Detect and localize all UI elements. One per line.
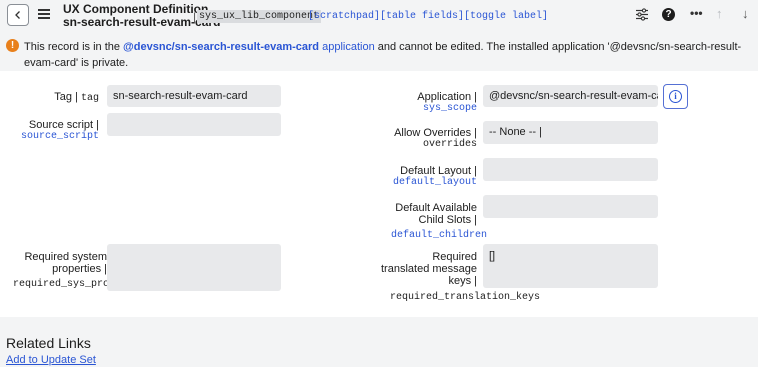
- banner-app-link-word: application: [322, 41, 375, 53]
- previous-record-icon[interactable]: ↑: [716, 6, 723, 21]
- chevron-left-icon: [15, 11, 20, 19]
- source-script-field-name[interactable]: source_script: [21, 131, 99, 143]
- required-translation-label: Required translated message keys |: [381, 251, 477, 287]
- required-translation-label-line2: translated message: [381, 263, 477, 275]
- banner-message: This record is in the @devsnc/sn-search-…: [24, 39, 744, 71]
- warning-icon: !: [6, 39, 19, 52]
- default-children-label-line1: Default Available: [395, 202, 477, 214]
- required-translation-field[interactable]: []: [483, 244, 658, 288]
- source-script-label-text: Source script |: [28, 119, 99, 131]
- help-icon[interactable]: ?: [662, 8, 675, 21]
- settings-sliders-icon[interactable]: [635, 8, 649, 21]
- table-links[interactable]: [scratchpad][table fields][toggle label]: [308, 11, 548, 22]
- default-layout-field[interactable]: [483, 158, 658, 181]
- related-links-section: Related Links Add to Update Set: [0, 317, 758, 367]
- title-separator: |: [193, 10, 197, 24]
- hamburger-menu-icon[interactable]: [38, 9, 50, 19]
- application-label: Application | sys_scope: [417, 91, 477, 115]
- tag-label-text: Tag |: [54, 91, 81, 103]
- required-translation-label-line3: keys |: [448, 275, 477, 287]
- allow-overrides-label: Allow Overrides | overrides: [394, 127, 477, 151]
- default-children-field[interactable]: [483, 195, 658, 218]
- banner-app-link-name: @devsnc/sn-search-result-evam-card: [123, 41, 320, 53]
- back-button[interactable]: [7, 4, 29, 26]
- required-translation-field-name-wrap: required_translation_keys: [390, 290, 540, 304]
- application-field-name[interactable]: sys_scope: [417, 103, 477, 115]
- info-icon: i: [669, 90, 682, 103]
- read-only-banner: ! This record is in the @devsnc/sn-searc…: [0, 34, 758, 71]
- default-children-field-name-wrap: default_children: [391, 228, 487, 242]
- allow-overrides-select[interactable]: -- None -- |: [483, 121, 658, 144]
- default-children-label: Default Available Child Slots |: [395, 202, 477, 226]
- required-sys-props-label: Required system properties |: [7, 251, 107, 275]
- application-field[interactable]: @devsnc/sn-search-result-evam-card: [483, 85, 658, 107]
- add-to-update-set-link[interactable]: Add to Update Set: [6, 354, 96, 366]
- form-header: UX Component Definition sn-search-result…: [0, 0, 758, 34]
- required-sys-props-label-line2: properties |: [52, 263, 107, 275]
- application-label-text: Application |: [417, 91, 477, 103]
- required-translation-field-name: required_translation_keys: [390, 292, 541, 303]
- table-name-badge: sys_ux_lib_component: [197, 10, 322, 23]
- source-script-label: Source script | source_script: [21, 119, 99, 143]
- required-sys-props-field-name-wrap: required_sys_pro: [13, 277, 107, 291]
- required-sys-props-label-line1: Required system: [24, 251, 107, 263]
- application-info-button[interactable]: i: [663, 84, 688, 109]
- related-links-title: Related Links: [6, 335, 91, 351]
- allow-overrides-label-text: Allow Overrides |: [394, 127, 477, 139]
- tag-field[interactable]: sn-search-result-evam-card: [107, 85, 281, 107]
- allow-overrides-field-name: overrides: [422, 139, 477, 150]
- tag-label: Tag | tag: [54, 91, 99, 105]
- form-body: Tag | tag sn-search-result-evam-card Sou…: [0, 71, 758, 317]
- banner-text-before: This record is in the: [24, 41, 124, 53]
- required-translation-label-line1: Required: [432, 251, 477, 263]
- source-script-field[interactable]: [107, 113, 281, 136]
- next-record-icon[interactable]: ↓: [742, 6, 749, 21]
- more-options-icon[interactable]: •••: [690, 6, 703, 20]
- tag-field-name: tag: [80, 93, 99, 104]
- default-layout-label: Default Layout | default_layout: [393, 165, 477, 189]
- banner-app-link[interactable]: @devsnc/sn-search-result-evam-card appli…: [123, 41, 375, 53]
- required-sys-props-field[interactable]: [107, 244, 281, 291]
- default-layout-label-text: Default Layout |: [400, 165, 477, 177]
- default-children-field-name[interactable]: default_children: [391, 230, 487, 241]
- default-children-label-line2: Child Slots |: [418, 214, 478, 226]
- default-layout-field-name[interactable]: default_layout: [393, 177, 477, 189]
- required-sys-props-field-name: required_sys_pro: [13, 279, 107, 290]
